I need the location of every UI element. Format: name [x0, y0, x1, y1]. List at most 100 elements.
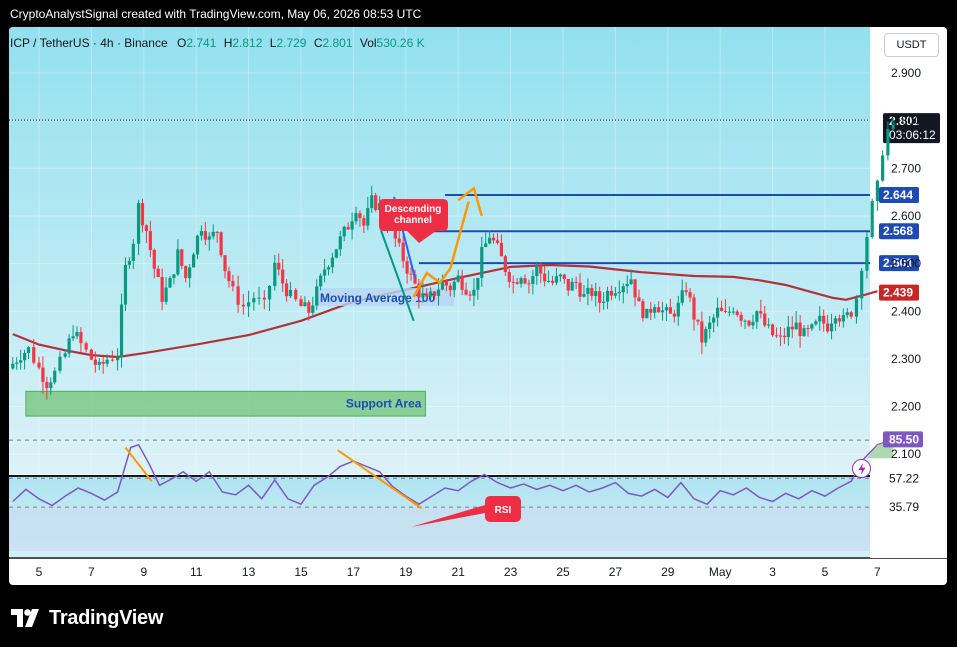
- price-chart[interactable]: Support Area 2.6442.5682.5012.80103:06:1…: [9, 27, 947, 585]
- candle-body: [397, 238, 401, 243]
- candle-body: [405, 261, 409, 274]
- candle-body: [743, 320, 747, 322]
- candle-body: [326, 267, 331, 270]
- candle-body: [727, 311, 731, 313]
- candle-body: [425, 293, 429, 297]
- candle-body: [845, 312, 849, 316]
- bar-countdown: 03:06:12: [889, 128, 936, 142]
- chart-frame[interactable]: Support Area 2.644 2.568 2.501 2.801 03:06:1…: [9, 27, 947, 585]
- candle-body: [578, 282, 582, 297]
- candle-body: [338, 236, 342, 250]
- candle-body: [582, 294, 586, 297]
- candle-body: [294, 289, 298, 300]
- lightning-icon[interactable]: [852, 459, 871, 478]
- candle-body: [637, 297, 641, 302]
- candle-body: [19, 360, 23, 363]
- candle-body: [810, 324, 814, 329]
- candle-body: [602, 301, 606, 303]
- y-tick-label: 2.400: [891, 304, 921, 318]
- candle-body: [58, 356, 62, 371]
- volume-value: 530.26 K: [376, 36, 425, 50]
- candle-body: [366, 208, 370, 226]
- rsi-band: [9, 507, 870, 551]
- candle-body: [288, 289, 293, 297]
- candle-body: [755, 311, 759, 322]
- candle-body: [767, 324, 771, 326]
- candle-body: [672, 313, 676, 317]
- x-tick-label: 23: [504, 565, 518, 579]
- close-value: 2.801: [322, 36, 353, 50]
- candle-body: [45, 382, 49, 389]
- candle-body: [144, 225, 149, 232]
- candle-body: [794, 322, 798, 330]
- x-tick-label: 21: [452, 565, 466, 579]
- candle-body: [223, 255, 227, 272]
- candle-body: [131, 243, 135, 261]
- y-tick-label: 2.800: [891, 114, 921, 128]
- candle-body: [247, 302, 251, 307]
- candle-body: [374, 195, 378, 210]
- candle-body: [680, 290, 684, 303]
- candle-body: [829, 323, 834, 332]
- candle-body: [464, 289, 468, 295]
- candle-body: [215, 231, 219, 233]
- candle-body: [778, 335, 783, 337]
- candle-body: [696, 319, 700, 322]
- candle-body: [71, 336, 75, 339]
- low-value: 2.729: [276, 36, 307, 50]
- rsi-callout-text: RSI: [495, 505, 512, 516]
- candle-body: [625, 283, 629, 287]
- candle-body: [719, 307, 724, 311]
- candle-body: [609, 290, 614, 296]
- level-label: 2.644: [883, 188, 913, 202]
- candle-body: [511, 281, 515, 283]
- candle-body: [140, 203, 145, 226]
- candle-body: [523, 278, 527, 284]
- candle-body: [116, 357, 120, 361]
- candle-body: [668, 307, 673, 314]
- candle-body: [641, 301, 645, 319]
- candle-body: [774, 335, 779, 337]
- tradingview-logo-icon: [11, 609, 39, 627]
- candle-body: [818, 315, 822, 322]
- candle-body: [660, 310, 665, 313]
- candle-body: [63, 353, 67, 357]
- tradingview-brand[interactable]: TradingView: [11, 605, 163, 631]
- candle-body: [311, 305, 315, 313]
- rsi-level-label: 85.50: [889, 432, 919, 446]
- candle-body: [148, 231, 152, 250]
- candle-body: [629, 279, 633, 284]
- candle-body: [322, 269, 327, 276]
- candle-body: [207, 236, 211, 240]
- candle-body: [199, 231, 204, 236]
- candle-body: [105, 359, 109, 364]
- candle-body: [26, 347, 31, 354]
- candle-body: [870, 201, 874, 238]
- candle-body: [653, 307, 657, 313]
- x-tick-label: 25: [556, 565, 570, 579]
- candle-body: [645, 308, 649, 319]
- candle-body: [849, 312, 853, 317]
- candle-body: [527, 283, 531, 285]
- candle-body: [354, 213, 358, 222]
- candle-body: [252, 298, 256, 303]
- candle-body: [184, 266, 188, 279]
- candle-body: [837, 318, 842, 322]
- candle-body: [315, 286, 319, 306]
- candle-body: [172, 274, 176, 278]
- candle-body: [570, 281, 574, 291]
- candle-body: [786, 326, 790, 338]
- candle-body: [303, 302, 307, 307]
- x-tick-label: 17: [347, 565, 361, 579]
- candle-body: [156, 268, 160, 277]
- candle-body: [456, 275, 460, 282]
- high-value: 2.812: [232, 36, 263, 50]
- currency-button[interactable]: USDT: [884, 33, 939, 57]
- candle-body: [747, 320, 751, 326]
- candle-body: [267, 285, 272, 300]
- candle-body: [334, 249, 338, 258]
- x-tick-label: 7: [874, 565, 881, 579]
- candle-body: [759, 311, 763, 314]
- ma-label-text: Moving Average: [320, 291, 412, 305]
- y-tick-label: 2.700: [891, 161, 921, 175]
